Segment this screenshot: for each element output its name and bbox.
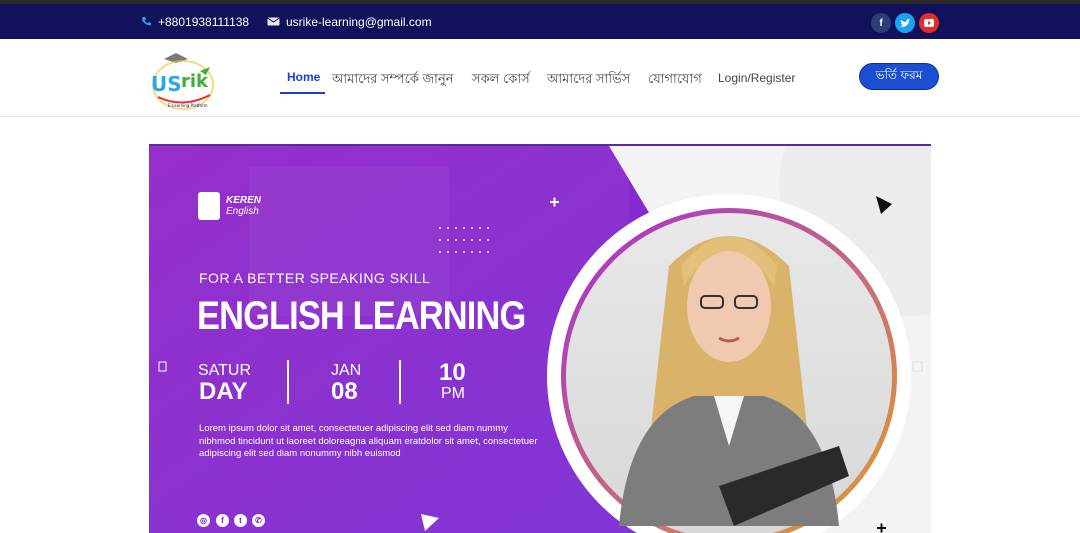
twitter-icon[interactable]: t: [234, 514, 247, 527]
email-contact[interactable]: usrike-learning@gmail.com: [267, 4, 432, 39]
banner-headline: ENGLISH LEARNING: [197, 294, 526, 338]
event-date: 08: [331, 378, 358, 405]
nav-services[interactable]: আমাদের সার্ভিস: [547, 70, 630, 91]
phone-icon: [142, 16, 152, 26]
book-icon: [198, 192, 220, 220]
divider: [287, 360, 289, 404]
envelope-icon: [267, 17, 280, 26]
nav-home[interactable]: Home: [287, 70, 320, 84]
facebook-icon[interactable]: f: [871, 13, 891, 33]
main-navbar: US rik E-Learning Platform Home আমাদের স…: [0, 39, 1080, 117]
twitter-icon[interactable]: [895, 13, 915, 33]
hero-banner: KEREN English FOR A BETTER SPEAKING SKIL…: [149, 144, 931, 533]
phone-contact[interactable]: +8801938111138: [141, 4, 249, 39]
banner-background: [149, 146, 931, 533]
banner-description: Lorem ipsum dolor sit amet, consectetuer…: [199, 423, 538, 459]
day-bottom: DAY: [199, 378, 248, 405]
nav-contact[interactable]: যোগাযোগ: [648, 70, 702, 91]
brand-line1: KEREN: [226, 195, 262, 206]
event-time: 10: [439, 359, 466, 386]
instagram-icon[interactable]: ◎: [197, 514, 210, 527]
usrike-logo[interactable]: US rik E-Learning Platform: [148, 47, 218, 111]
brand-line2: English: [226, 206, 259, 217]
nav-about[interactable]: আমাদের সম্পর্কে জানুন: [332, 70, 453, 91]
nav-courses[interactable]: সকল কোর্স: [472, 70, 530, 91]
keren-english-brand: KEREN English: [198, 192, 261, 220]
facebook-icon[interactable]: f: [216, 514, 229, 527]
phone-number: +8801938111138: [158, 14, 250, 29]
nav-login-register[interactable]: Login/Register: [718, 71, 795, 85]
nav-active-underline: [280, 92, 325, 94]
svg-text:US: US: [151, 72, 182, 96]
whatsapp-icon[interactable]: ✆: [252, 514, 265, 527]
svg-text:E-Learning Platform: E-Learning Platform: [168, 103, 208, 108]
email-address: usrike-learning@gmail.com: [286, 14, 432, 29]
youtube-icon[interactable]: [919, 13, 939, 33]
banner-tagline: FOR A BETTER SPEAKING SKILL: [199, 270, 431, 286]
admission-form-button[interactable]: ভর্তি ফরম: [859, 63, 939, 90]
event-ampm: PM: [441, 385, 465, 402]
divider: [399, 360, 401, 404]
top-contact-bar: +8801938111138 usrike-learning@gmail.com…: [0, 0, 1080, 39]
